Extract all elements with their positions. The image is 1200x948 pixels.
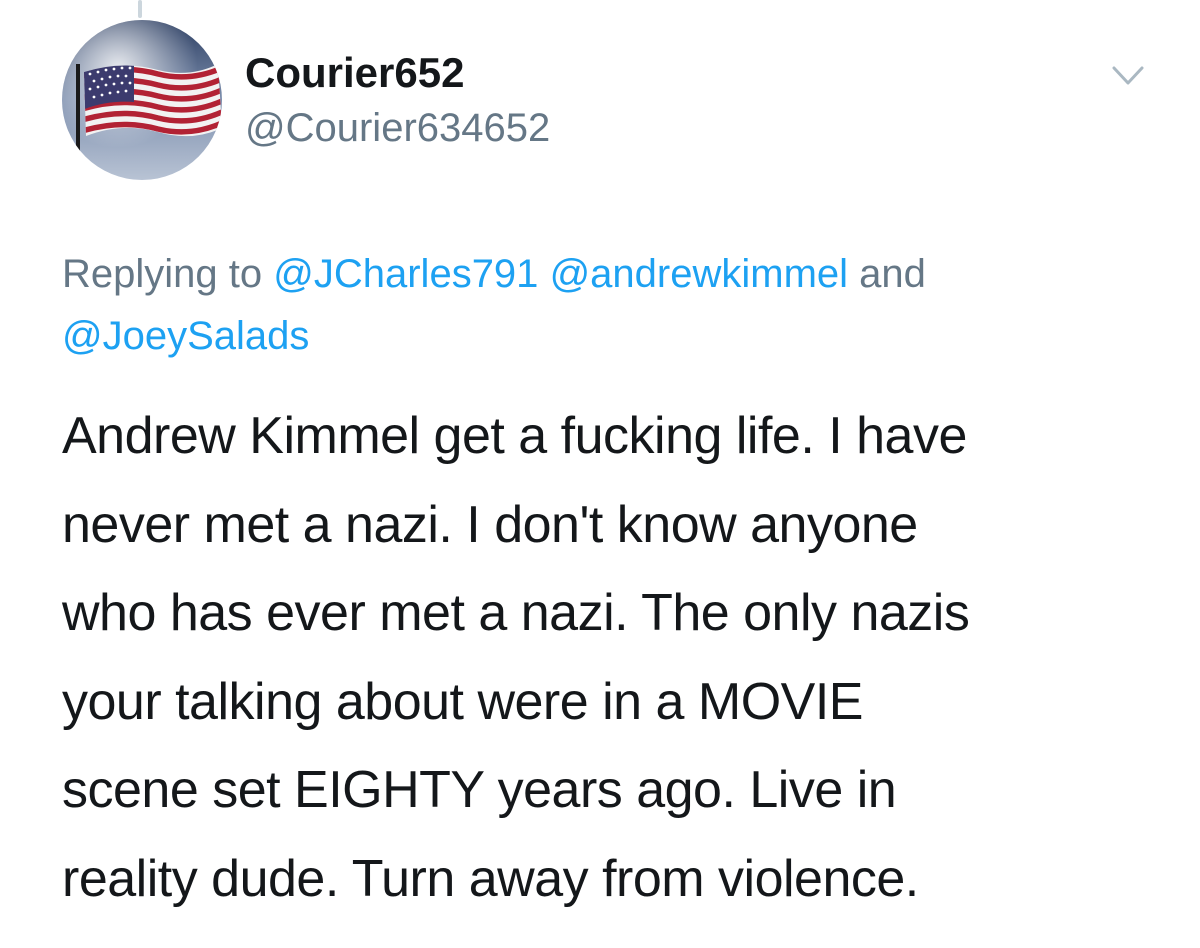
avatar[interactable] <box>62 20 222 180</box>
tweet-text-line: reality dude. Turn away from violence. <box>62 849 919 908</box>
tweet-text-line: Andrew Kimmel get a fucking life. I have <box>62 407 967 465</box>
mention-link-joeysalads[interactable]: @JoeySalads <box>62 314 309 358</box>
author-handle[interactable]: @Courier634652 <box>245 104 550 152</box>
chevron-down-icon <box>1112 66 1144 85</box>
american-flag-avatar-icon <box>62 20 222 180</box>
tweet-text: Andrew Kimmel get a fucking life. I have… <box>62 392 1172 923</box>
tweet-text-line: who has ever met a nazi. The only nazis <box>62 584 970 642</box>
tweet-menu-button[interactable] <box>1106 58 1150 94</box>
reply-context: Replying to @JCharles791 @andrewkimmel a… <box>62 243 1142 367</box>
reply-prefix: Replying to <box>62 252 263 296</box>
thread-connector-line <box>138 0 142 18</box>
tweet-text-line: scene set EIGHTY years ago. Live in <box>62 761 897 819</box>
mention-link-jcharles791[interactable]: @JCharles791 <box>273 252 538 296</box>
tweet-text-line: never met a nazi. I don't know anyone <box>62 495 918 554</box>
reply-conjunction: and <box>859 252 926 296</box>
author-display-name[interactable]: Courier652 <box>245 48 464 98</box>
tweet-text-line: your talking about were in a MOVIE <box>62 672 863 731</box>
mention-link-andrewkimmel[interactable]: @andrewkimmel <box>550 252 848 296</box>
